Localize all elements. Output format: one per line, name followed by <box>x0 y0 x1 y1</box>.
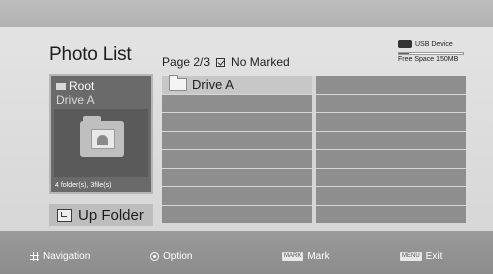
footer-navigation: Navigation <box>30 251 90 262</box>
folder-open-icon <box>56 82 66 90</box>
empty-list-slot <box>316 187 466 205</box>
ok-button-icon <box>150 252 159 261</box>
up-folder-button[interactable]: Up Folder <box>49 204 153 226</box>
empty-list-slot <box>316 150 466 168</box>
page-status: Page 2/3 No Marked <box>162 55 290 69</box>
storage-info: USB Device Free Space 150MB <box>398 40 468 63</box>
empty-list-slot <box>162 150 312 168</box>
empty-list-slot <box>162 113 312 131</box>
empty-list-slot <box>162 131 312 149</box>
empty-list-slot <box>162 94 312 112</box>
footer-option: Option <box>150 251 192 262</box>
mark-label: Mark <box>307 251 330 262</box>
page-title: Photo List <box>49 44 132 65</box>
list-item-label: Drive A <box>192 77 234 93</box>
navigation-label: Navigation <box>43 251 91 262</box>
footer-exit: MENU Exit <box>400 251 442 262</box>
item-count-label: 4 folder(s), 3file(s) <box>55 182 112 189</box>
footer-mark: MARK Mark <box>282 251 330 262</box>
root-row: Root <box>56 79 94 93</box>
navigation-arrows-icon <box>30 252 39 261</box>
empty-list-slot <box>316 113 466 131</box>
empty-list-slot <box>162 168 312 186</box>
empty-list-slot <box>316 94 466 112</box>
empty-list-slot <box>162 187 312 205</box>
marked-status: No Marked <box>231 55 290 69</box>
list-item[interactable]: Drive A <box>162 75 312 94</box>
usb-icon <box>398 40 412 48</box>
option-label: Option <box>163 251 193 262</box>
free-space-fill <box>399 53 409 54</box>
exit-label: Exit <box>425 251 443 262</box>
file-grid: Drive A <box>162 75 466 224</box>
free-space-label: Free Space 150MB <box>398 56 459 63</box>
checkbox-icon <box>216 57 226 67</box>
empty-list-slot <box>316 205 466 223</box>
usb-device-row: USB Device <box>398 40 468 48</box>
page-indicator: Page 2/3 <box>162 55 211 69</box>
photo-icon <box>91 129 115 149</box>
up-folder-icon <box>57 208 72 222</box>
empty-list-slot <box>316 76 466 94</box>
up-folder-label: Up Folder <box>78 206 144 224</box>
folder-thumbnail <box>54 109 148 177</box>
empty-list-slot <box>316 168 466 186</box>
folder-preview-box: Root Drive A 4 folder(s), 3file(s) <box>49 74 153 194</box>
folder-icon <box>80 116 124 157</box>
current-drive-label: Drive A <box>56 93 95 107</box>
folder-icon <box>169 75 187 92</box>
empty-list-slot <box>316 131 466 149</box>
root-label: Root <box>69 79 95 93</box>
empty-list-slot <box>162 205 312 223</box>
usb-device-label: USB Device <box>415 40 453 48</box>
free-space-bar <box>398 52 464 55</box>
menu-key-icon: MENU <box>400 252 422 261</box>
top-bar <box>0 0 493 27</box>
mark-key-icon: MARK <box>282 252 304 261</box>
